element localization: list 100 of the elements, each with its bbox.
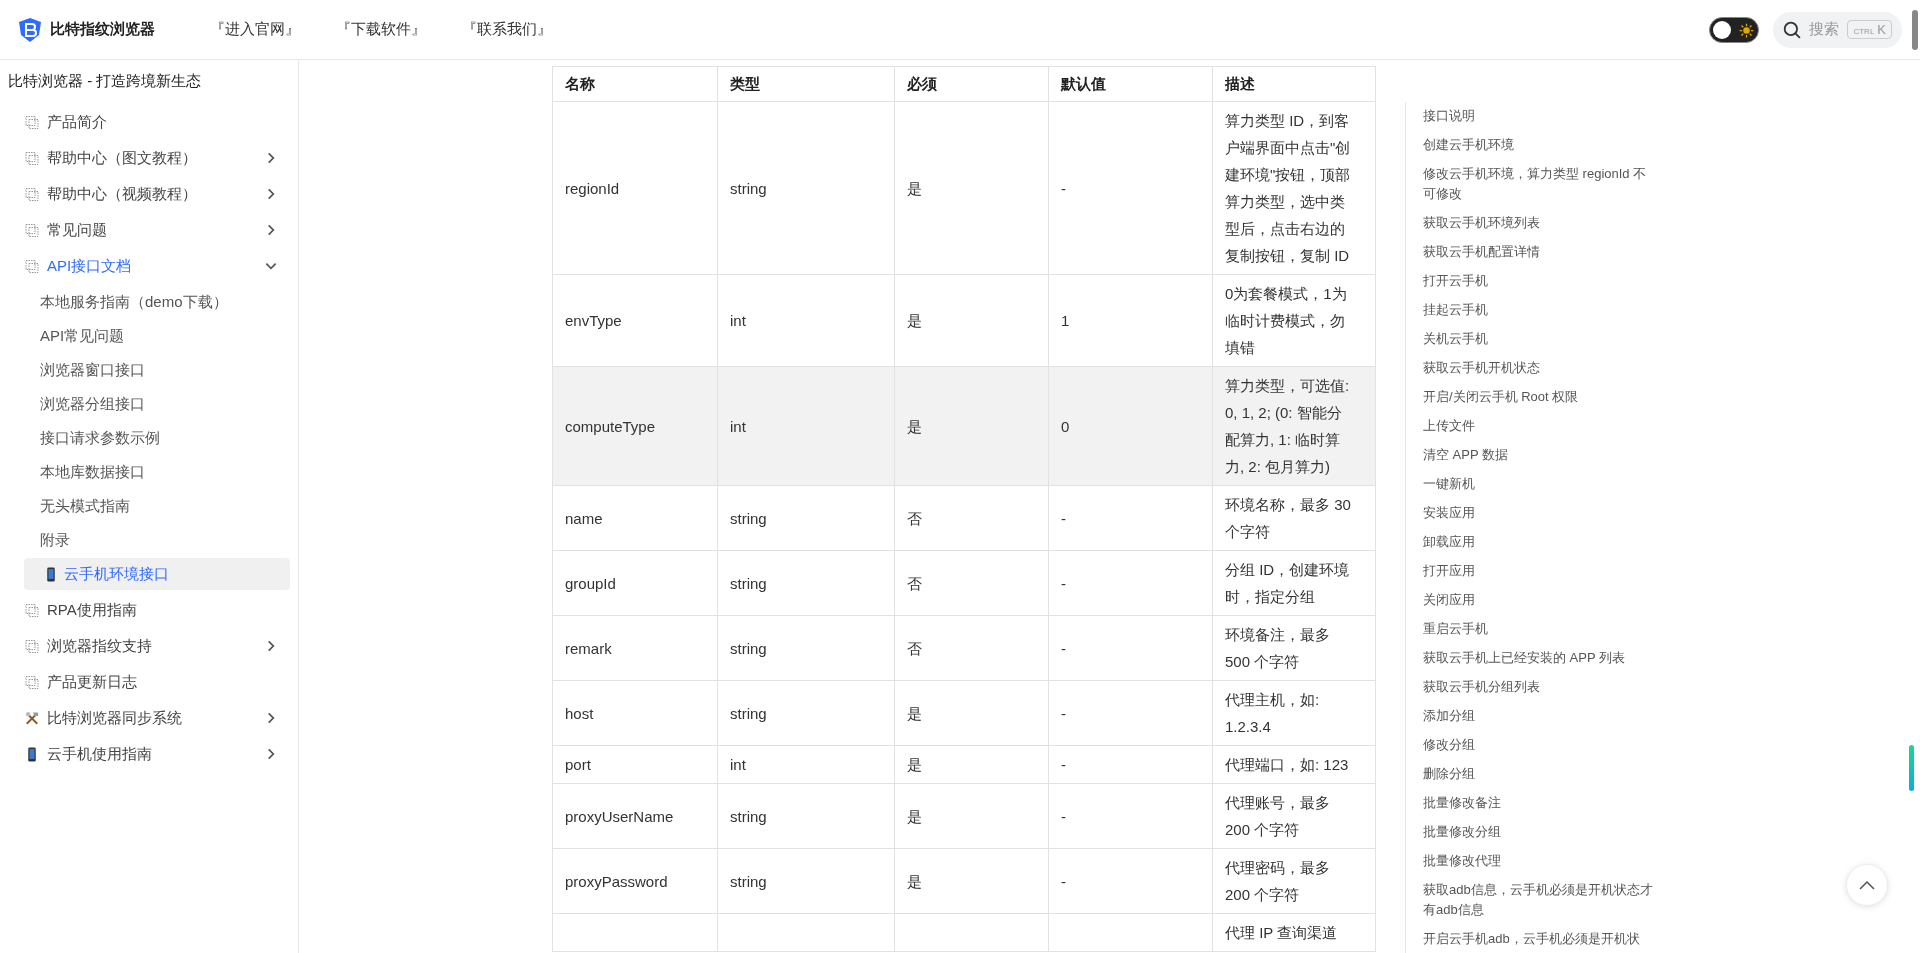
outline-link[interactable]: 开启/关闭云手机 Root 权限 bbox=[1423, 383, 1658, 412]
outline-link[interactable]: 批量修改备注 bbox=[1423, 789, 1658, 818]
theme-toggle[interactable] bbox=[1709, 16, 1760, 43]
table-cell: 是 bbox=[907, 756, 922, 773]
table-cell: - bbox=[1061, 639, 1066, 657]
table-cell: 代理密码，最多 200 个字符 bbox=[1225, 859, 1330, 903]
table-cell: int bbox=[730, 756, 746, 773]
sidebar-subitem[interactable]: 附录 bbox=[24, 524, 290, 556]
outline-link[interactable]: 打开云手机 bbox=[1423, 267, 1658, 296]
sidebar-subitem[interactable]: 浏览器窗口接口 bbox=[24, 354, 290, 386]
outline-link[interactable]: 安装应用 bbox=[1423, 499, 1658, 528]
sidebar-subitem[interactable]: 本地服务指南（demo下载） bbox=[24, 286, 290, 318]
outline-link[interactable]: 获取云手机上已经安装的 APP 列表 bbox=[1423, 644, 1658, 673]
outline-link[interactable]: 获取云手机开机状态 bbox=[1423, 354, 1658, 383]
table-cell: 代理账号，最多 200 个字符 bbox=[1225, 794, 1330, 838]
outline-link[interactable]: 重启云手机 bbox=[1423, 615, 1658, 644]
document-icon bbox=[25, 114, 39, 130]
search-icon bbox=[1783, 20, 1802, 39]
outline-link[interactable]: 挂起云手机 bbox=[1423, 296, 1658, 325]
outline-link[interactable]: 获取adb信息，云手机必须是开机状态才有adb信息 bbox=[1423, 876, 1658, 925]
nav-link[interactable]: 『联系我们』 bbox=[462, 20, 552, 39]
table-cell: string bbox=[730, 704, 767, 722]
tools-icon bbox=[25, 710, 39, 726]
sidebar-item[interactable]: RPA使用指南 bbox=[8, 592, 290, 628]
outline-link[interactable]: 清空 APP 数据 bbox=[1423, 441, 1658, 470]
outline-link[interactable]: 添加分组 bbox=[1423, 702, 1658, 731]
outline-link[interactable]: 获取云手机环境列表 bbox=[1423, 209, 1658, 238]
sidebar-item[interactable]: 常见问题 bbox=[8, 212, 290, 248]
sidebar-item[interactable]: API接口文档 bbox=[8, 248, 290, 284]
table-cell: string bbox=[730, 509, 767, 527]
column-header: 描述 bbox=[1212, 66, 1376, 102]
phone-icon bbox=[44, 566, 58, 582]
outline-link[interactable]: 开启云手机adb，云手机必须是开机状 bbox=[1423, 925, 1658, 953]
caret-up-icon bbox=[1859, 880, 1875, 890]
outline-link[interactable]: 批量修改代理 bbox=[1423, 847, 1658, 876]
table-cell: 算力类型 ID，到客户端界面中点击"创建环境"按钮，顶部算力类型，选中类型后，点击右边的复制按钮，复制 ID bbox=[1225, 112, 1351, 264]
table-cell: 0为套餐模式，1为临时计费模式，勿填错 bbox=[1225, 285, 1347, 356]
sidebar-item[interactable]: 产品更新日志 bbox=[8, 664, 290, 700]
outline-link[interactable]: 修改分组 bbox=[1423, 731, 1658, 760]
outline-link[interactable]: 上传文件 bbox=[1423, 412, 1658, 441]
sidebar-item[interactable]: 帮助中心（视频教程） bbox=[8, 176, 290, 212]
sun-icon bbox=[1739, 22, 1755, 38]
outline-link[interactable]: 获取云手机配置详情 bbox=[1423, 238, 1658, 267]
table-cell: 代理主机，如: 1.2.3.4 bbox=[1225, 691, 1320, 735]
table-cell: 分组 ID，创建环境时，指定分组 bbox=[1225, 561, 1350, 605]
table-cell: int bbox=[730, 417, 746, 435]
logo-icon[interactable] bbox=[18, 16, 42, 43]
table-cell: 否 bbox=[907, 639, 922, 657]
outline-link[interactable]: 一键新机 bbox=[1423, 470, 1658, 499]
sidebar-item[interactable]: 浏览器指纹支持 bbox=[8, 628, 290, 664]
document-icon bbox=[25, 674, 39, 690]
table-cell: - bbox=[1061, 704, 1066, 722]
table-cell: 代理 IP 查询渠道 bbox=[1225, 924, 1338, 941]
table-cell: 0 bbox=[1061, 417, 1070, 435]
sidebar-subitem[interactable]: 无头模式指南 bbox=[24, 490, 290, 522]
table-cell: 1 bbox=[1061, 312, 1070, 329]
table-cell: - bbox=[1061, 574, 1066, 592]
table-cell: envType bbox=[565, 312, 622, 329]
table-cell: string bbox=[730, 179, 767, 197]
outline-link[interactable]: 创建云手机环境 bbox=[1423, 131, 1658, 160]
outline-link[interactable]: 关机云手机 bbox=[1423, 325, 1658, 354]
table-cell: - bbox=[1061, 807, 1066, 825]
sidebar-item[interactable]: 比特浏览器同步系统 bbox=[8, 700, 290, 736]
outline-link[interactable]: 获取云手机分组列表 bbox=[1423, 673, 1658, 702]
table-cell: groupId bbox=[565, 574, 616, 592]
outline-link[interactable]: 关闭应用 bbox=[1423, 586, 1658, 615]
sidebar-subitem[interactable]: 云手机环境接口 bbox=[24, 558, 290, 590]
outline-link[interactable]: 卸载应用 bbox=[1423, 528, 1658, 557]
table-cell: proxyUserName bbox=[565, 807, 674, 825]
table-cell: 是 bbox=[907, 704, 922, 722]
outline-link[interactable]: 批量修改分组 bbox=[1423, 818, 1658, 847]
document-icon bbox=[25, 222, 39, 238]
table-cell: 代理端口，如: 123 bbox=[1225, 756, 1349, 773]
table-cell: 算力类型，可选值: 0, 1, 2; (0: 智能分配算力, 1: 临时算力, 2: 包月算力) bbox=[1225, 377, 1350, 475]
table-cell: 环境备注，最多 500 个字符 bbox=[1225, 626, 1330, 670]
brand-name[interactable]: 比特指纹浏览器 bbox=[50, 20, 155, 39]
table-cell: remark bbox=[565, 639, 612, 657]
nav-link[interactable]: 『进入官网』 bbox=[210, 20, 300, 39]
table-cell: - bbox=[1061, 756, 1066, 773]
sidebar-item[interactable]: 云手机使用指南 bbox=[8, 736, 290, 772]
sidebar-subitem[interactable]: 接口请求参数示例 bbox=[24, 422, 290, 454]
sidebar-subitem[interactable]: 本地库数据接口 bbox=[24, 456, 290, 488]
table-cell: string bbox=[730, 872, 767, 890]
nav-link[interactable]: 『下载软件』 bbox=[336, 20, 426, 39]
phone-icon bbox=[25, 746, 39, 762]
scrollbar-thumb[interactable] bbox=[1912, 10, 1918, 50]
outline-link[interactable]: 打开应用 bbox=[1423, 557, 1658, 586]
table-cell: 是 bbox=[907, 807, 922, 825]
sidebar-item[interactable]: 产品简介 bbox=[8, 104, 290, 140]
sidebar-item[interactable]: 帮助中心（图文教程） bbox=[8, 140, 290, 176]
outline-link[interactable]: 接口说明 bbox=[1423, 102, 1658, 131]
outline-link[interactable]: 修改云手机环境，算力类型 regionId 不可修改 bbox=[1423, 160, 1658, 209]
document-icon bbox=[25, 186, 39, 202]
outline-link[interactable]: 删除分组 bbox=[1423, 760, 1658, 789]
table-cell: 环境名称，最多 30 个字符 bbox=[1225, 496, 1351, 540]
column-header: 默认值 bbox=[1048, 66, 1213, 102]
sidebar-subitem[interactable]: 浏览器分组接口 bbox=[24, 388, 290, 420]
sidebar-title[interactable]: 比特浏览器 - 打造跨境新生态 bbox=[8, 72, 290, 96]
sidebar-subitem[interactable]: API常见问题 bbox=[24, 320, 290, 352]
table-cell: regionId bbox=[565, 179, 620, 197]
